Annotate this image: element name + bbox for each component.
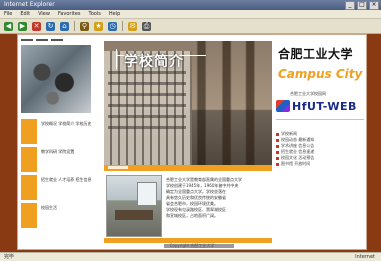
room-desk [115, 210, 153, 220]
bullet-icon [276, 156, 279, 160]
left-nav: 学校概况 学校简介 学校历史 教学科研 学院设置 招生就业 人才培养 招生信息 … [21, 119, 101, 231]
menu-favorites[interactable]: Favorites [58, 11, 81, 17]
tab-marker[interactable] [21, 39, 33, 41]
nav-label: 教学科研 学院设置 [41, 149, 75, 154]
search-icon[interactable]: ⚲ [80, 21, 89, 31]
campus-subtitle: 合肥工业大学校园网 [290, 91, 326, 96]
copyright-text: Copyright 合肥工业大学 [169, 243, 215, 248]
print-icon[interactable]: ⎙ [142, 21, 151, 31]
nav-marker [21, 147, 37, 172]
home-icon[interactable]: ⌂ [60, 21, 69, 31]
maximize-button[interactable]: □ [357, 1, 367, 10]
toolbar-separator [122, 21, 123, 31]
nav-label: 校园生活 [41, 205, 57, 210]
campus-city-logo[interactable]: Campus City [278, 67, 362, 81]
building-windows [108, 63, 186, 133]
room-photo [106, 175, 162, 237]
toolbar: ◀ ▶ ✕ ↻ ⌂ ⚲ ★ ◷ ✉ ⎙ [0, 19, 381, 34]
nav-item-campus-life[interactable]: 校园生活 [21, 203, 101, 228]
refresh-icon[interactable]: ↻ [46, 21, 55, 31]
divider [276, 119, 364, 120]
web-page: 学校概况 学校简介 学校历史 教学科研 学院设置 招生就业 人才培养 招生信息 … [18, 35, 366, 249]
top-tabs [21, 39, 91, 43]
tab-marker[interactable] [51, 39, 63, 41]
minimize-button[interactable]: _ [345, 1, 355, 10]
nav-item-admission[interactable]: 招生就业 人才培养 招生信息 [21, 175, 101, 200]
nav-item-teaching[interactable]: 教学科研 学院设置 [21, 147, 101, 172]
forward-icon[interactable]: ▶ [18, 21, 27, 31]
news-item-label: 图书馆 开放时间 [281, 161, 311, 166]
center-column: 学校简介 合肥工业大学是教育部直属的全国重点大学 学校创建于1945年，1960年… [104, 35, 272, 249]
window-title: Internet Explorer [4, 1, 55, 8]
nav-marker [21, 119, 37, 144]
menu-view[interactable]: View [38, 11, 50, 17]
toolbar-separator [74, 21, 75, 31]
menu-edit[interactable]: Edit [20, 11, 30, 17]
bullet-icon [276, 162, 279, 166]
bullet-icon [276, 138, 279, 142]
back-icon[interactable]: ◀ [4, 21, 13, 31]
news-item[interactable]: 图书馆 开放时间 [276, 161, 364, 167]
hfut-web-link[interactable]: HfUT-WEB [276, 99, 357, 113]
menu-file[interactable]: File [4, 11, 12, 17]
menu-tools[interactable]: Tools [89, 11, 101, 17]
bullet-icon [276, 132, 279, 136]
nav-marker [21, 203, 37, 228]
intro-line: 和宣城校区，占地面积广阔。 [166, 213, 218, 218]
menu-bar: File Edit View Favorites Tools Help [0, 10, 381, 19]
mail-icon[interactable]: ✉ [128, 21, 137, 31]
favorites-icon[interactable]: ★ [94, 21, 103, 31]
status-text: 完毕 [4, 254, 15, 260]
nav-marker [21, 175, 37, 200]
section-divider [104, 165, 272, 171]
stop-icon[interactable]: ✕ [32, 21, 41, 31]
close-button[interactable]: × [369, 1, 379, 10]
title-bar: Internet Explorer _ □ × [0, 0, 381, 10]
hero-title: 学校简介 [124, 54, 184, 70]
hero-banner: 学校简介 [104, 41, 272, 165]
nav-label: 学校概况 学校简介 学校历史 [41, 121, 92, 126]
nav-label: 招生就业 人才培养 招生信息 [41, 177, 92, 182]
university-name: 合肥工业大学 [278, 47, 354, 61]
classroom-photo [21, 45, 91, 113]
window-controls: _ □ × [345, 1, 379, 10]
bullet-icon [276, 150, 279, 154]
status-bar: 完毕 Internet [0, 252, 381, 261]
history-icon[interactable]: ◷ [108, 21, 117, 31]
left-column: 学校概况 学校简介 学校历史 教学科研 学院设置 招生就业 人才培养 招生信息 … [18, 35, 104, 249]
hfut-logo-icon [276, 100, 290, 112]
menu-help[interactable]: Help [109, 11, 120, 17]
intro-text: 合肥工业大学是教育部直属的全国重点大学 学校创建于1945年，1960年被中共中央… [166, 177, 270, 219]
nav-item-about[interactable]: 学校概况 学校简介 学校历史 [21, 119, 101, 144]
browser-window: Internet Explorer _ □ × File Edit View F… [0, 0, 381, 261]
bullet-icon [276, 144, 279, 148]
news-list: 学校新闻 校园动态 最新通知 学术讲座 信息公告 招生就业 信息速递 校园文化 活动预告… [276, 131, 364, 167]
page-footer: Copyright 合肥工业大学 [18, 243, 366, 249]
right-column: 合肥工业大学 Campus City 合肥工业大学校园网 HfUT-WEB 学校… [276, 35, 366, 249]
tab-marker[interactable] [36, 39, 48, 41]
zone-indicator: Internet [355, 254, 375, 260]
hfut-web-label: HfUT-WEB [292, 99, 357, 113]
room-window [137, 182, 157, 206]
